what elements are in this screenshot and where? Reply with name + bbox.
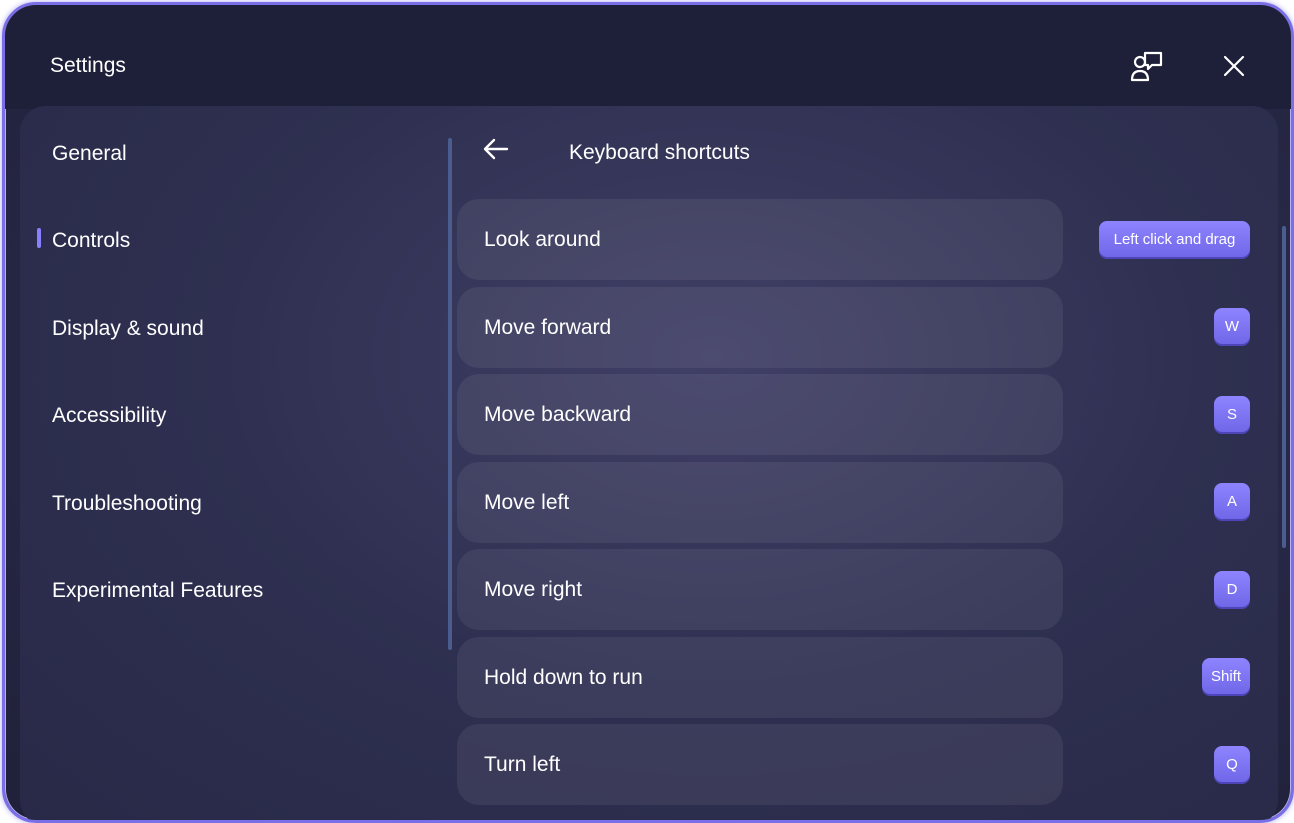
- key-binding-hold-to-run[interactable]: Shift: [1202, 658, 1250, 694]
- sidebar-item-experimental-features[interactable]: Experimental Features: [52, 579, 263, 603]
- sidebar-item-controls[interactable]: Controls: [52, 229, 130, 253]
- shortcut-label: Move left: [484, 491, 570, 514]
- nav-divider: [448, 138, 452, 650]
- sidebar-item-accessibility[interactable]: Accessibility: [52, 404, 166, 428]
- shortcut-row-look-around: Look around: [457, 199, 1063, 280]
- selected-indicator: [37, 228, 41, 248]
- shortcut-row-hold-to-run: Hold down to run: [457, 637, 1063, 718]
- shortcut-label: Move right: [484, 578, 583, 601]
- key-binding-move-forward[interactable]: W: [1214, 308, 1250, 344]
- settings-content: General Controls Display & sound Accessi…: [20, 106, 1286, 820]
- back-arrow-icon: [483, 138, 509, 160]
- shortcut-row-move-forward: Move forward: [457, 287, 1063, 368]
- window-title: Settings: [50, 54, 126, 77]
- key-binding-move-left[interactable]: A: [1214, 483, 1250, 519]
- close-button[interactable]: [1215, 47, 1253, 85]
- key-binding-move-right[interactable]: D: [1214, 571, 1250, 607]
- shortcut-row-turn-left: Turn left: [457, 724, 1063, 805]
- sidebar-item-troubleshooting[interactable]: Troubleshooting: [52, 492, 202, 516]
- shortcut-label: Move backward: [484, 403, 632, 426]
- shortcut-row-move-left: Move left: [457, 462, 1063, 543]
- settings-window: Settings General Controls Display & soun…: [2, 2, 1294, 823]
- page-title: Keyboard shortcuts: [569, 141, 750, 164]
- feedback-button[interactable]: [1127, 47, 1167, 87]
- sidebar-nav: General Controls Display & sound Accessi…: [20, 106, 450, 820]
- key-binding-look-around[interactable]: Left click and drag: [1099, 221, 1250, 257]
- feedback-icon: [1130, 51, 1163, 82]
- shortcut-label: Look around: [484, 228, 601, 251]
- shortcut-label: Turn left: [484, 753, 561, 776]
- key-binding-turn-left[interactable]: Q: [1214, 746, 1250, 782]
- close-icon: [1223, 55, 1245, 77]
- shortcut-row-move-backward: Move backward: [457, 374, 1063, 455]
- sidebar-item-general[interactable]: General: [52, 142, 127, 166]
- sidebar-item-display-sound[interactable]: Display & sound: [52, 317, 204, 341]
- key-binding-move-backward[interactable]: S: [1214, 396, 1250, 432]
- shortcut-label: Move forward: [484, 316, 612, 339]
- shortcut-row-move-right: Move right: [457, 549, 1063, 630]
- back-button[interactable]: [481, 134, 511, 164]
- title-bar: Settings: [5, 5, 1291, 109]
- shortcut-label: Hold down to run: [484, 666, 643, 689]
- scrollbar[interactable]: [1282, 226, 1286, 548]
